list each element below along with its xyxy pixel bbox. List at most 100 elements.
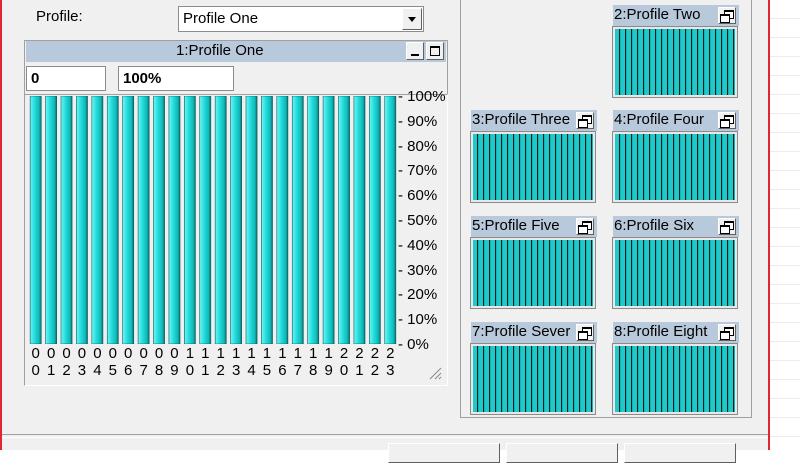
thumb-2-title: 2:Profile Two <box>614 6 701 23</box>
restore-button[interactable] <box>718 7 736 24</box>
bar-17[interactable] <box>291 96 304 344</box>
restore-icon <box>720 115 734 128</box>
chevron-down-icon <box>408 17 416 22</box>
minimize-button[interactable] <box>406 42 424 60</box>
thumb-2-chart[interactable] <box>612 26 738 98</box>
x-tick-label: 0 <box>139 345 148 362</box>
min-value-field[interactable]: 0 <box>26 66 106 91</box>
x-tick-label: 0 <box>77 345 87 362</box>
y-tick-label: - 30% <box>398 261 438 279</box>
bar-19[interactable] <box>322 96 335 344</box>
x-tick-label: 1 <box>46 362 56 379</box>
bar-01[interactable] <box>45 96 57 344</box>
restore-icon <box>720 10 734 23</box>
bar-18[interactable] <box>307 96 320 344</box>
min-value-text: 0 <box>31 70 40 87</box>
y-tick-label: - 100% <box>398 88 446 105</box>
resize-grip-icon[interactable] <box>426 364 442 380</box>
thumb-8-chart[interactable] <box>612 343 738 415</box>
bar-02[interactable] <box>60 96 73 344</box>
bar-13[interactable] <box>230 96 242 344</box>
thumb-6-chart[interactable] <box>612 237 738 309</box>
dialog-button-1[interactable] <box>388 443 500 463</box>
bar-12[interactable] <box>214 96 227 344</box>
max-value-field[interactable]: 100% <box>118 66 234 91</box>
bar-00[interactable] <box>29 96 42 344</box>
bar-06[interactable] <box>122 96 135 344</box>
restore-button[interactable] <box>576 112 594 129</box>
main-bar-chart[interactable] <box>28 96 398 344</box>
thumb-5-titlebar[interactable]: 5:Profile Five <box>471 216 597 237</box>
y-tick-label: - 90% <box>398 112 438 130</box>
restore-icon <box>720 327 734 340</box>
thumb-3-titlebar[interactable]: 3:Profile Three <box>471 110 597 131</box>
restore-button[interactable] <box>718 218 736 235</box>
profile-select-value: Profile One <box>183 10 259 27</box>
x-tick-label: 2 <box>370 362 380 379</box>
bar-16[interactable] <box>276 96 289 344</box>
profile-select[interactable]: Profile One <box>178 6 424 32</box>
restore-button[interactable] <box>718 112 736 129</box>
bar-20[interactable] <box>338 96 350 344</box>
thumb-7-title: 7:Profile Sever <box>472 323 571 340</box>
thumb-6-titlebar[interactable]: 6:Profile Six <box>613 216 739 237</box>
thumb-2-titlebar[interactable]: 2:Profile Two <box>613 5 739 26</box>
x-tick-label: 1 <box>247 345 256 362</box>
dialog-button-2[interactable] <box>506 443 618 463</box>
thumb-8-titlebar[interactable]: 8:Profile Eight <box>613 322 739 343</box>
x-tick-label: 2 <box>339 345 349 362</box>
maximize-button[interactable] <box>426 42 444 60</box>
y-tick-label: - 10% <box>398 311 438 329</box>
x-tick-label: 5 <box>108 362 117 379</box>
y-tick-label: - 20% <box>398 286 438 304</box>
thumb-4-chart[interactable] <box>612 131 738 203</box>
thumb-3-chart[interactable] <box>470 131 596 203</box>
bar-03[interactable] <box>76 96 88 344</box>
x-tick-label: 0 <box>170 345 179 362</box>
bar-08[interactable] <box>153 96 165 344</box>
x-tick-label: 9 <box>324 362 333 379</box>
x-tick-label: 1 <box>201 345 210 362</box>
bar-07[interactable] <box>137 96 150 344</box>
x-tick-label: 2 <box>62 362 71 379</box>
restore-button[interactable] <box>576 218 594 235</box>
restore-button[interactable] <box>576 324 594 341</box>
x-tick-label: 1 <box>216 345 225 362</box>
thumb-7-titlebar[interactable]: 7:Profile Sever <box>471 322 597 343</box>
x-tick-label: 4 <box>93 362 102 379</box>
x-tick-label: 1 <box>355 362 364 379</box>
bar-05[interactable] <box>106 96 119 344</box>
main-panel-title: 1:Profile One <box>176 42 264 59</box>
thumb-4-titlebar[interactable]: 4:Profile Four <box>613 110 739 131</box>
bar-10[interactable] <box>184 96 196 344</box>
thumb-5-chart[interactable] <box>470 237 596 309</box>
separator <box>2 434 768 438</box>
restore-icon <box>720 221 734 234</box>
restore-button[interactable] <box>718 324 736 341</box>
x-tick-label: 1 <box>185 345 195 362</box>
dropdown-button[interactable] <box>402 8 422 30</box>
bar-21[interactable] <box>353 96 366 344</box>
bar-11[interactable] <box>199 96 212 344</box>
thumb-7-chart[interactable] <box>470 343 596 415</box>
x-tick-label: 0 <box>93 345 102 362</box>
x-tick-label: 0 <box>46 345 56 362</box>
thumb-3-title: 3:Profile Three <box>472 111 571 128</box>
bar-09[interactable] <box>168 96 181 344</box>
x-tick-label: 0 <box>31 362 40 379</box>
x-tick-label: 1 <box>201 362 210 379</box>
bar-22[interactable] <box>369 96 381 344</box>
bar-15[interactable] <box>261 96 273 344</box>
x-tick-label: 1 <box>293 345 302 362</box>
x-tick-label: 0 <box>185 362 195 379</box>
x-tick-label: 1 <box>231 345 241 362</box>
x-tick-label: 2 <box>386 345 395 362</box>
restore-icon <box>578 115 592 128</box>
x-tick-label: 7 <box>293 362 302 379</box>
bar-23[interactable] <box>384 96 397 344</box>
dialog-button-3[interactable] <box>624 443 736 463</box>
y-tick-label: - 0% <box>398 336 429 353</box>
bar-14[interactable] <box>245 96 258 344</box>
y-tick-label: - 50% <box>398 212 438 229</box>
bar-04[interactable] <box>91 96 104 344</box>
